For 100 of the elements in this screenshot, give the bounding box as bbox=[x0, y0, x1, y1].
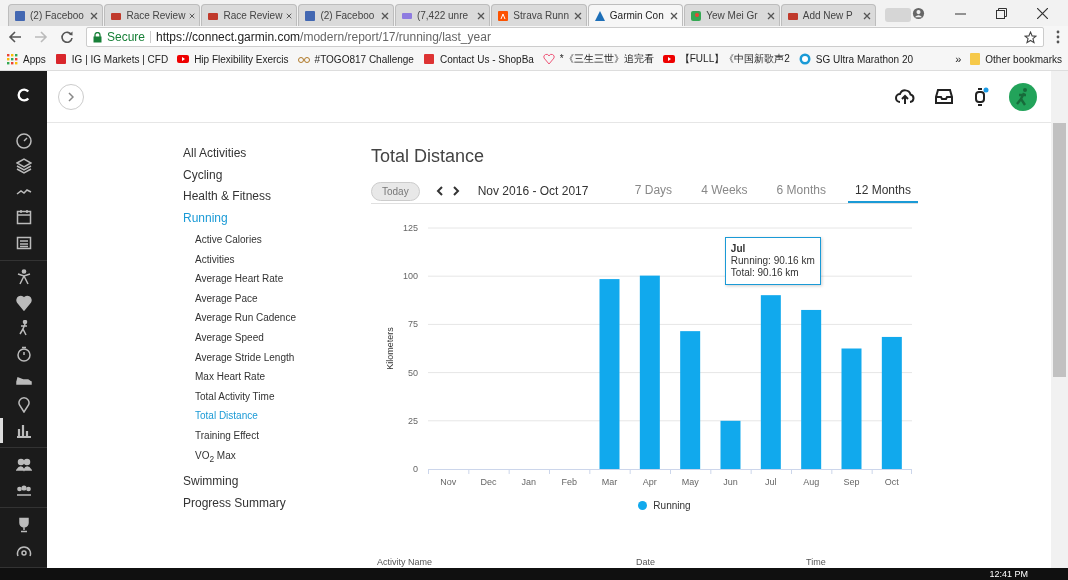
y-tick-label: 125 bbox=[402, 223, 418, 233]
x-tick-label: May bbox=[681, 477, 699, 487]
tab-title: Garmin Con bbox=[609, 10, 665, 21]
bookmark-label: *《三生三世》追完看 bbox=[559, 52, 654, 66]
pin-icon[interactable] bbox=[15, 396, 32, 413]
bookmark[interactable]: Contact Us - ShopBa bbox=[422, 53, 534, 65]
close-icon[interactable] bbox=[286, 11, 293, 20]
inbox-icon[interactable] bbox=[935, 89, 953, 104]
period-tab[interactable]: 7 Days bbox=[627, 179, 680, 203]
scrollbar[interactable] bbox=[1051, 71, 1068, 568]
browser-tab[interactable]: (2) Faceboo bbox=[8, 4, 104, 26]
y-axis-label: Kilometers bbox=[385, 327, 395, 370]
people-icon[interactable] bbox=[15, 456, 32, 473]
reload-icon[interactable] bbox=[60, 30, 74, 44]
nav-subitem[interactable]: Active Calories bbox=[183, 230, 371, 250]
tab-title: (2) Faceboo bbox=[30, 10, 85, 21]
browser-tab[interactable]: Race Review bbox=[201, 4, 298, 26]
tooltip-line: Running: 90.16 km bbox=[730, 255, 815, 268]
shop-favicon-icon bbox=[422, 53, 435, 65]
bookmark[interactable]: Hip Flexibility Exercis bbox=[177, 53, 289, 65]
nav-item[interactable]: Progress Summary bbox=[183, 492, 371, 515]
back-arrow-icon[interactable] bbox=[8, 30, 22, 44]
stopwatch-icon[interactable] bbox=[15, 345, 32, 362]
browser-tab[interactable]: Add New P bbox=[780, 4, 877, 26]
tab-title: (7,422 unre bbox=[416, 10, 470, 21]
tab-title: Race Review bbox=[126, 10, 186, 21]
period-tab[interactable]: 4 Weeks bbox=[694, 179, 755, 203]
nav-subitem[interactable]: Training Effect bbox=[183, 425, 371, 446]
nav-subitem[interactable]: Activities bbox=[183, 249, 371, 270]
tab-title: Race Review bbox=[223, 10, 283, 21]
browser-tab[interactable]: Yew Mei Gr bbox=[684, 4, 780, 26]
star-icon[interactable] bbox=[1024, 30, 1037, 44]
upload-cloud-icon[interactable] bbox=[895, 88, 915, 105]
x-tick-label: Jan bbox=[521, 477, 537, 487]
bookmark-folder[interactable]: Other bookmarks bbox=[970, 53, 1062, 65]
bookmark-label: Hip Flexibility Exercis bbox=[194, 53, 289, 65]
y-tick-label: 100 bbox=[402, 271, 418, 282]
close-icon[interactable] bbox=[766, 11, 775, 20]
heart-icon[interactable] bbox=[15, 294, 32, 311]
strava-favicon-icon bbox=[497, 9, 510, 22]
nav-subitem[interactable]: Average Heart Rate bbox=[183, 269, 371, 289]
ig-favicon-icon bbox=[54, 53, 67, 65]
nav-subitem[interactable]: Max Heart Rate bbox=[183, 367, 371, 387]
youtube-favicon-icon bbox=[662, 53, 675, 65]
nav-item[interactable]: All Activities bbox=[183, 143, 371, 165]
nav-subitem[interactable]: Average Run Cadence bbox=[183, 308, 371, 328]
address-field[interactable]: Secure https://connect.garmin.com/modern/report/17/running/last_year bbox=[86, 27, 1044, 47]
close-icon[interactable] bbox=[1037, 7, 1048, 19]
garmin-favicon-icon bbox=[593, 9, 606, 22]
today-button[interactable]: Today bbox=[371, 181, 420, 201]
legend-label: Running bbox=[653, 500, 691, 511]
news-icon[interactable] bbox=[15, 234, 32, 251]
nav-item[interactable]: Cycling bbox=[183, 164, 371, 186]
scrollbar-thumb[interactable] bbox=[1053, 123, 1066, 377]
close-icon[interactable] bbox=[573, 11, 582, 20]
figure-icon[interactable] bbox=[15, 269, 32, 286]
nav-item[interactable]: Health & Fitness bbox=[183, 186, 371, 208]
bar-chart-icon[interactable] bbox=[15, 422, 32, 439]
close-icon[interactable] bbox=[863, 11, 872, 20]
browser-tab[interactable]: (7,422 unre bbox=[394, 4, 491, 26]
clock-text: 12:41 PM bbox=[989, 568, 1028, 580]
tooltip-title: Jul bbox=[730, 243, 747, 256]
close-icon[interactable] bbox=[380, 11, 389, 20]
bookmark[interactable]: *《三生三世》追完看 bbox=[542, 52, 654, 66]
nav-subitem[interactable]: Total Activity Time bbox=[183, 386, 371, 407]
avatar-icon[interactable] bbox=[1009, 82, 1037, 111]
tab-title: Add New P bbox=[802, 10, 854, 21]
nav-subitem[interactable]: Average Pace bbox=[183, 288, 371, 309]
profile-icon[interactable] bbox=[912, 6, 925, 20]
calendar-icon[interactable] bbox=[15, 209, 32, 226]
apps-favicon-icon bbox=[6, 53, 18, 65]
nav-subitem[interactable]: VO$_{2}$ Max bbox=[183, 445, 371, 466]
browser-tab[interactable]: Strava Runn bbox=[491, 4, 587, 26]
x-tick-label: Oct bbox=[884, 477, 899, 487]
nav-subitem[interactable]: Average Speed bbox=[183, 327, 371, 348]
gauge-icon[interactable] bbox=[15, 132, 32, 149]
y-tick-label: 25 bbox=[408, 415, 418, 426]
nav-item[interactable]: Swimming bbox=[183, 471, 371, 493]
browser-tab[interactable]: Race Review bbox=[104, 4, 201, 26]
restore-icon[interactable] bbox=[996, 7, 1007, 19]
close-icon[interactable] bbox=[189, 11, 196, 20]
browser-tab[interactable]: (2) Faceboo bbox=[298, 4, 394, 26]
period-tab[interactable]: 6 Months bbox=[769, 179, 833, 203]
menu-icon[interactable] bbox=[1056, 30, 1060, 44]
folder-icon bbox=[970, 53, 981, 65]
period-tab[interactable]: 12 Months bbox=[847, 179, 918, 203]
layers-icon[interactable] bbox=[15, 158, 32, 175]
more-bookmarks-button[interactable]: » bbox=[955, 53, 962, 65]
close-icon[interactable] bbox=[670, 11, 679, 20]
x-tick-label: Jun bbox=[723, 477, 738, 487]
browser-tab[interactable]: Garmin Con bbox=[587, 4, 684, 26]
nav-subitem[interactable]: Average Stride Length bbox=[183, 347, 371, 368]
date-range: Nov 2016 - Oct 2017 bbox=[477, 184, 589, 198]
chevron-right-icon[interactable] bbox=[452, 186, 460, 196]
legend-item[interactable]: Running bbox=[638, 500, 691, 511]
chevron-left-icon[interactable] bbox=[435, 186, 443, 196]
watch-icon[interactable] bbox=[973, 86, 989, 107]
bookmark[interactable]: Apps bbox=[6, 53, 46, 65]
close-icon[interactable] bbox=[90, 11, 99, 20]
close-icon[interactable] bbox=[477, 11, 486, 20]
